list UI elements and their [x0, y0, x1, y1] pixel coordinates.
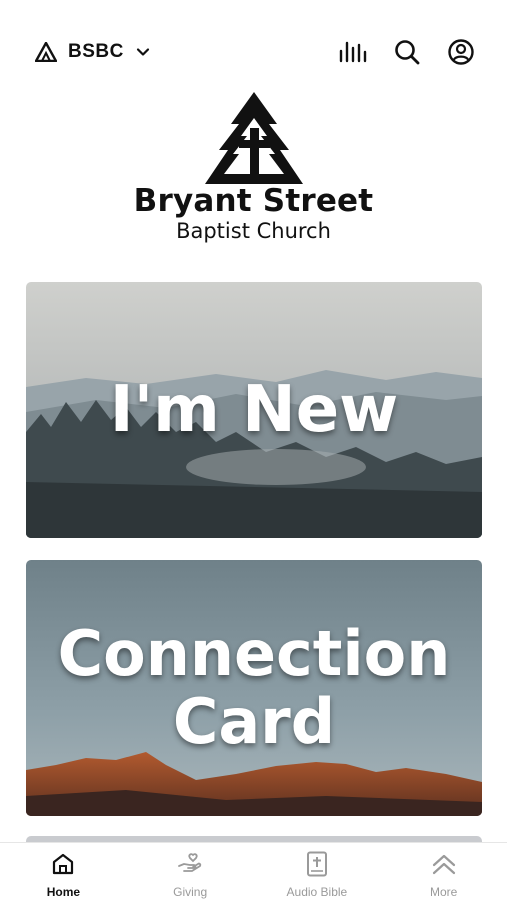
church-tree-cross-logo	[204, 92, 303, 184]
nav-audio-bible[interactable]: Audio Bible	[254, 843, 381, 900]
nav-more-label: More	[429, 885, 458, 899]
account-icon[interactable]	[445, 36, 477, 68]
church-name: Bryant Street	[133, 183, 374, 219]
nav-home[interactable]: Home	[0, 843, 127, 900]
bible-icon	[304, 851, 330, 877]
nav-more[interactable]: More	[380, 843, 507, 900]
org-name: BSBC	[68, 41, 124, 62]
chevrons-up-icon	[431, 851, 457, 877]
church-subtitle: Baptist Church	[176, 219, 331, 243]
nav-home-label: Home	[46, 885, 81, 899]
search-icon[interactable]	[391, 36, 423, 68]
nav-audio-bible-label: Audio Bible	[286, 885, 348, 899]
top-bar: BSBC	[0, 0, 507, 100]
org-logo-icon	[34, 40, 58, 64]
bottom-nav: Home Giving Audio Bible More	[0, 842, 507, 900]
church-logo: Bryant Street Baptist Church	[0, 88, 507, 258]
im-new-card-title: I'm New	[109, 372, 399, 447]
audio-bars-icon[interactable]	[337, 36, 369, 68]
giving-hand-icon	[177, 851, 203, 877]
org-switcher-button[interactable]: BSBC	[34, 36, 150, 68]
connection-card-title: Connection Card	[57, 616, 451, 758]
connection-card[interactable]: Connection Card	[26, 560, 482, 816]
nav-giving-label: Giving	[173, 885, 208, 899]
chevron-down-icon	[136, 45, 150, 59]
home-icon	[50, 851, 76, 877]
nav-giving[interactable]: Giving	[127, 843, 254, 900]
im-new-card[interactable]: I'm New	[26, 282, 482, 538]
